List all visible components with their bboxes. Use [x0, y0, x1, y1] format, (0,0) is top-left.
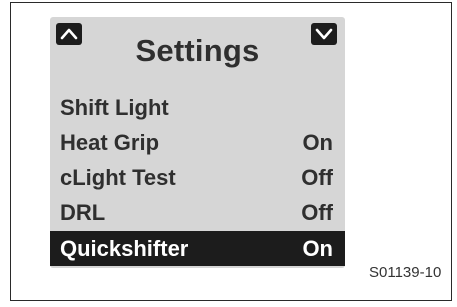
figure-frame: Settings Shift Light Heat Grip On cLight…: [10, 2, 452, 301]
menu-item-label: Shift Light: [60, 95, 169, 120]
menu-item-value: Off: [301, 200, 333, 225]
menu-item-clight-test[interactable]: cLight Test Off: [50, 160, 345, 195]
menu-item-drl[interactable]: DRL Off: [50, 195, 345, 230]
menu-item-value: Off: [301, 165, 333, 190]
figure-code: S01139-10: [369, 264, 442, 281]
menu-item-heat-grip[interactable]: Heat Grip On: [50, 125, 345, 160]
display-screen: Settings Shift Light Heat Grip On cLight…: [50, 17, 345, 268]
menu-item-value: On: [302, 130, 333, 155]
menu-item-shift-light[interactable]: Shift Light: [50, 90, 345, 125]
menu-item-label: cLight Test: [60, 165, 176, 190]
menu-item-label: Heat Grip: [60, 130, 160, 155]
menu-item-label: Quickshifter: [60, 236, 189, 261]
menu-item-quickshifter[interactable]: Quickshifter On: [50, 231, 345, 266]
menu-item-label: DRL: [60, 200, 106, 225]
menu-item-value: On: [302, 236, 333, 261]
settings-menu: Shift Light Heat Grip On cLight Test Off…: [50, 90, 345, 266]
page-title: Settings: [135, 33, 260, 68]
